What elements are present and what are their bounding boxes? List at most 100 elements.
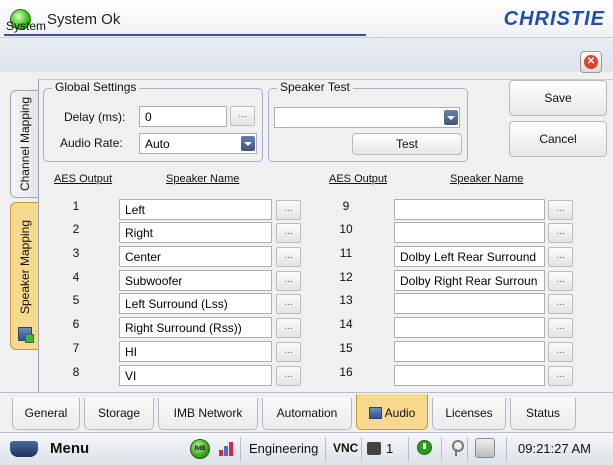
speaker-name-browse-button[interactable]: ... [276,223,301,243]
col-speaker-name-left: Speaker Name [166,173,240,185]
close-icon: ✕ [584,55,598,69]
speaker-name-field[interactable]: VI [119,365,272,386]
audio-rate-select[interactable]: Auto [139,133,257,154]
speaker-name-field[interactable] [394,293,545,314]
tab-audio[interactable]: Audio [356,394,428,430]
aes-output-number: 7 [72,341,80,355]
aes-output-number: 14 [339,317,353,331]
col-aes-output-left: AES Output [54,173,113,185]
speaker-name-browse-button[interactable]: ... [548,247,573,267]
speaker-name-browse-button[interactable]: ... [548,200,573,220]
aes-output-number: 8 [72,365,80,379]
speaker-name-browse-button[interactable]: ... [548,294,573,314]
speaker-name-field[interactable]: Center [119,246,272,267]
speaker-mapping-icon [18,327,34,343]
speaker-test-title: Speaker Test [277,80,353,94]
close-button[interactable]: ✕ [580,51,602,73]
speaker-name-field[interactable] [394,199,545,220]
speaker-name-field[interactable]: Dolby Right Rear Surroun [394,270,545,291]
christie-logo: CHRISTIE [503,8,605,30]
audio-rate-label: Audio Rate: [60,136,123,150]
menu-button[interactable]: Menu [50,440,89,457]
system-title-bar [0,38,613,72]
tab-imb-network[interactable]: IMB Network [158,398,258,430]
speaker-name-field[interactable] [394,365,545,386]
chevron-down-icon [241,136,255,151]
speaker-name-field[interactable]: HI [119,341,272,362]
aes-output-number: 16 [339,365,353,379]
speaker-name-field[interactable]: Right [119,222,272,243]
speaker-name-browse-button[interactable]: ... [548,318,573,338]
menu-icon[interactable] [10,441,38,457]
divider [506,437,507,461]
projector-icon [367,442,381,455]
global-settings-title: Global Settings [52,80,140,94]
aes-output-number: 6 [72,317,80,331]
aes-output-number: 5 [72,293,80,307]
tab-storage[interactable]: Storage [84,398,154,430]
speaker-name-browse-button[interactable]: ... [548,366,573,386]
tab-licenses[interactable]: Licenses [432,398,506,430]
speaker-name-browse-button[interactable]: ... [276,200,301,220]
tab-status[interactable]: Status [510,398,576,430]
vnc-indicator[interactable]: VNC [333,441,358,455]
tab-speaker-mapping[interactable]: Speaker Mapping [10,202,38,350]
col-speaker-name-right: Speaker Name [450,173,524,185]
speaker-name-browse-button[interactable]: ... [276,318,301,338]
aes-output-number: 15 [339,341,353,355]
speaker-name-field[interactable]: Left [119,199,272,220]
aes-output-number: 4 [72,270,80,284]
speaker-name-browse-button[interactable]: ... [276,271,301,291]
page-title: System [6,19,47,33]
speaker-name-browse-button[interactable]: ... [276,342,301,362]
projector-count: 1 [386,441,394,456]
aes-output-number: 2 [72,222,80,236]
tab-general[interactable]: General [12,398,80,430]
delay-field[interactable]: 0 [139,106,227,127]
speaker-name-field[interactable] [394,341,545,362]
tab-channel-mapping-label: Channel Mapping [17,96,32,192]
speaker-name-field[interactable]: Dolby Left Rear Surround [394,246,545,267]
speaker-test-select[interactable] [274,107,460,128]
signal-level-icon [219,442,233,456]
tab-speaker-mapping-label: Speaker Mapping [17,220,32,315]
power-icon[interactable] [417,440,432,455]
speaker-name-browse-button[interactable]: ... [276,247,301,267]
speaker-name-field[interactable] [394,317,545,338]
speaker-name-field[interactable] [394,222,545,243]
speaker-name-field[interactable]: Subwoofer [119,270,272,291]
divider [467,437,468,461]
cancel-button[interactable]: Cancel [509,121,607,157]
aes-output-number: 1 [72,199,80,213]
aes-output-number: 13 [339,293,353,307]
speaker-name-browse-button[interactable]: ... [276,294,301,314]
user-role[interactable]: Engineering [249,441,318,456]
speaker-name-field[interactable]: Left Surround (Lss) [119,293,272,314]
tab-channel-mapping[interactable]: Channel Mapping [10,90,38,198]
tab-automation[interactable]: Automation [262,398,352,430]
speaker-name-browse-button[interactable]: ... [548,271,573,291]
tab-audio-label: Audio [384,406,416,420]
speaker-name-browse-button[interactable]: ... [548,342,573,362]
col-aes-output-right: AES Output [329,173,388,185]
network-icon[interactable] [475,438,495,458]
aes-output-number: 10 [339,222,353,236]
chevron-down-icon [444,110,458,125]
imb-status-icon[interactable]: IMB [190,439,210,459]
divider [240,437,241,461]
save-button[interactable]: Save [509,80,607,116]
aes-output-number: 12 [339,270,353,284]
delay-browse-button[interactable]: ... [230,106,255,126]
speaker-name-field[interactable]: Right Surround (Rss)) [119,317,272,338]
test-button[interactable]: Test [352,133,462,155]
divider [408,437,409,461]
aes-output-number: 9 [342,199,350,213]
aes-output-number: 3 [72,246,80,260]
speaker-name-browse-button[interactable]: ... [276,366,301,386]
delay-label: Delay (ms): [64,110,126,124]
title-underline [4,34,366,36]
divider [441,437,442,461]
key-icon[interactable] [451,440,464,456]
aes-output-number: 11 [339,246,353,260]
speaker-name-browse-button[interactable]: ... [548,223,573,243]
